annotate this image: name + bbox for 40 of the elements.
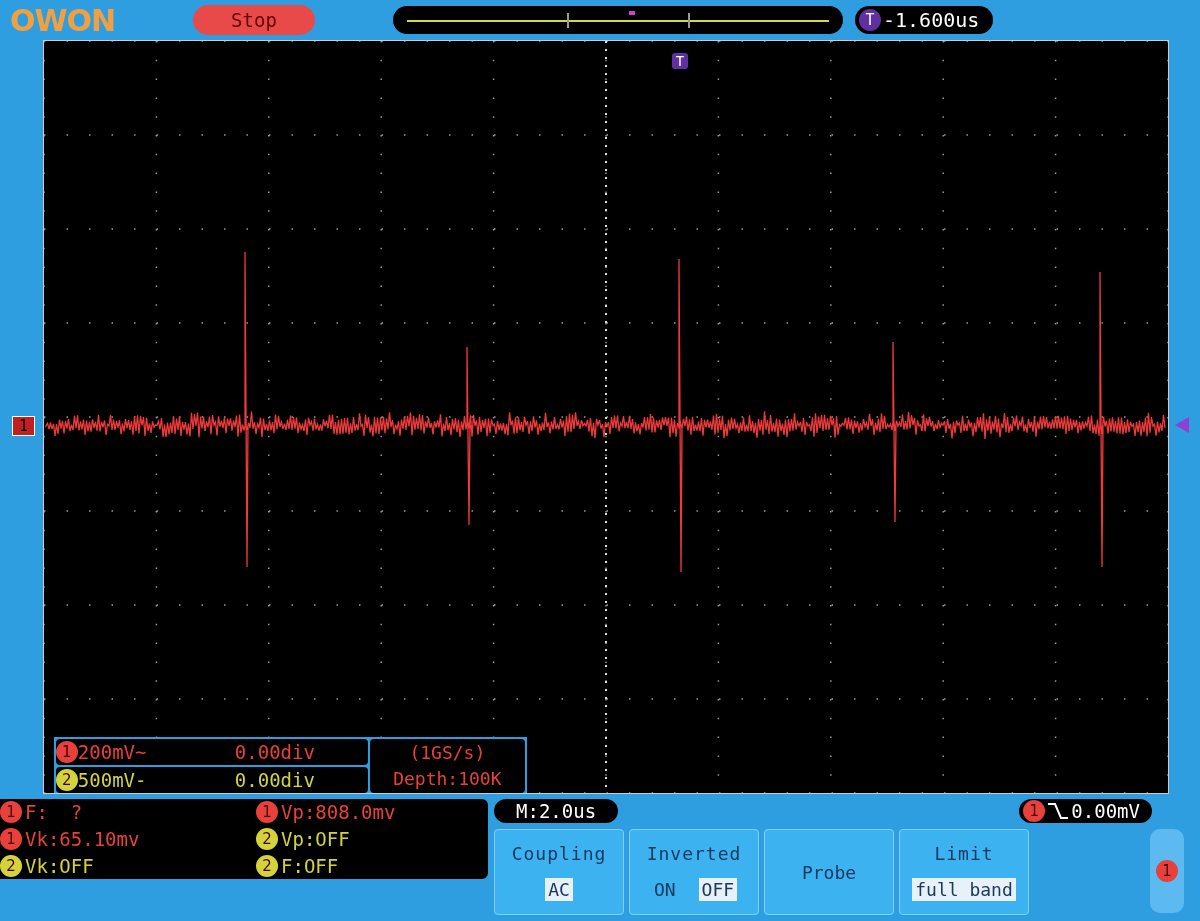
channel-offset: 0.00div [234, 769, 315, 791]
channel-scale: 200mV~ [77, 741, 148, 763]
channel-scale: 500mV- [77, 769, 148, 791]
channel-badge: 2 [55, 769, 78, 791]
sample-rate: (1GS/s) [409, 741, 486, 765]
measurement-value: Vp:808.0mv [281, 801, 396, 823]
measurement-value: Vk:OFF [25, 855, 94, 877]
channel-badge: 1 [1023, 800, 1046, 822]
channel-badge: 2 [256, 828, 278, 850]
trigger-position-badge: T [671, 53, 689, 69]
measurement-value: Vk:65.10mv [25, 828, 140, 850]
menu-button[interactable]: Inverted ON OFF [629, 829, 759, 915]
menu-option[interactable]: full band [912, 877, 1016, 901]
channel-badge: 2 [256, 855, 278, 877]
measurement-value: Vp:OFF [281, 828, 350, 850]
channel-badge: 1 [0, 828, 22, 850]
memory-depth: Depth:100K [393, 767, 502, 791]
trigger-level-marker-icon [1174, 417, 1189, 433]
menu-button[interactable]: Probe [764, 829, 894, 915]
timebase-readout: M:2.0us [494, 799, 619, 823]
channel-marker: 1 [12, 416, 36, 436]
channel-badge: 1 [256, 801, 278, 823]
menu-option[interactable]: OFF [698, 877, 738, 901]
trigger-badge: T [859, 9, 881, 31]
channel-badge: 1 [55, 741, 78, 763]
channel-menu-tab[interactable]: 1 [1150, 829, 1184, 913]
menu-button[interactable]: Limit full band [899, 829, 1029, 915]
trigger-offset-value: -1.600us [883, 8, 980, 32]
menu-option[interactable]: AC [545, 877, 573, 901]
menu-button[interactable]: Coupling AC [494, 829, 624, 915]
logo: OWON [10, 2, 117, 38]
measurement-value: F:OFF [281, 855, 339, 877]
channel-badge: 1 [0, 801, 22, 823]
run-state-indicator: Stop [193, 5, 315, 35]
falling-edge-icon [1047, 802, 1070, 820]
channel-offset: 0.00div [234, 741, 315, 763]
trigger-level-value: 0.00mV [1071, 800, 1140, 822]
menu-option[interactable]: ON [650, 877, 679, 901]
channel-badge: 2 [0, 855, 22, 877]
measurement-value: F: ? [25, 801, 83, 823]
